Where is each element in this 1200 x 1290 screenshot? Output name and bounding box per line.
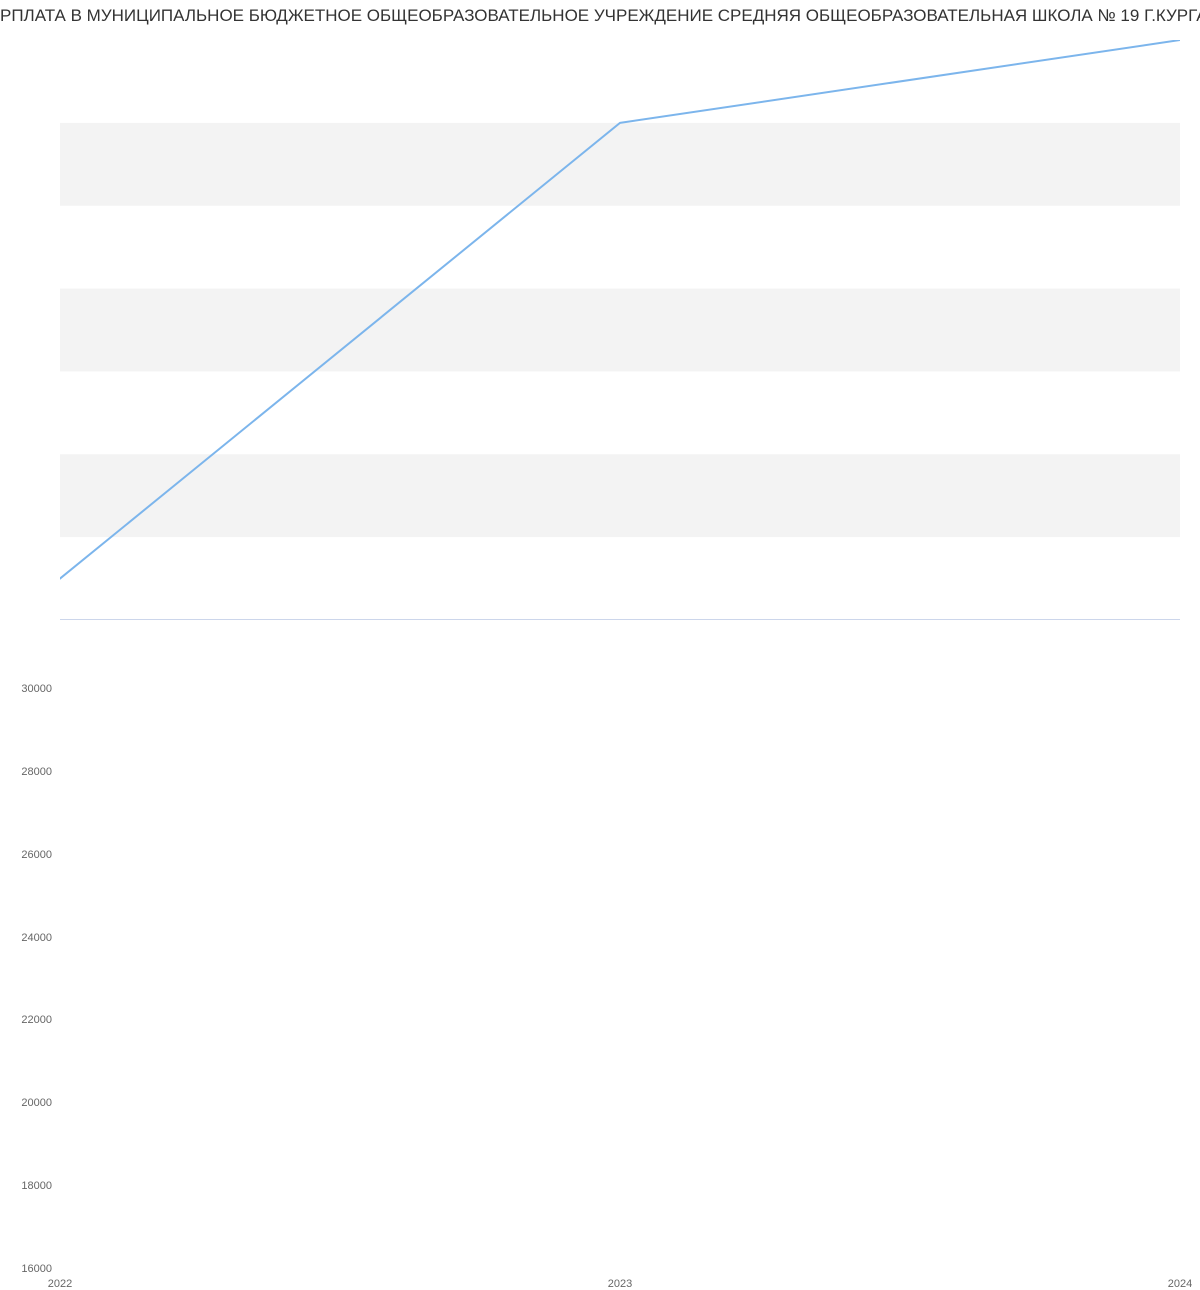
chart-container: РПЛАТА В МУНИЦИПАЛЬНОЕ БЮДЖЕТНОЕ ОБЩЕОБР… [0,0,1200,650]
chart-svg [60,40,1180,620]
y-tick-label: 28000 [0,766,52,778]
x-tick-label: 2022 [30,1278,90,1290]
y-tick-label: 18000 [0,1180,52,1192]
y-tick-label: 20000 [0,1097,52,1109]
y-tick-label: 24000 [0,932,52,944]
plot-area [60,40,1180,620]
y-tick-label: 26000 [0,849,52,861]
x-tick-label: 2024 [1150,1278,1200,1290]
y-tick-label: 22000 [0,1014,52,1026]
y-tick-label: 30000 [0,683,52,695]
chart-title: РПЛАТА В МУНИЦИПАЛЬНОЕ БЮДЖЕТНОЕ ОБЩЕОБР… [0,6,1200,26]
x-tick-label: 2023 [590,1278,650,1290]
y-tick-label: 16000 [0,1263,52,1275]
